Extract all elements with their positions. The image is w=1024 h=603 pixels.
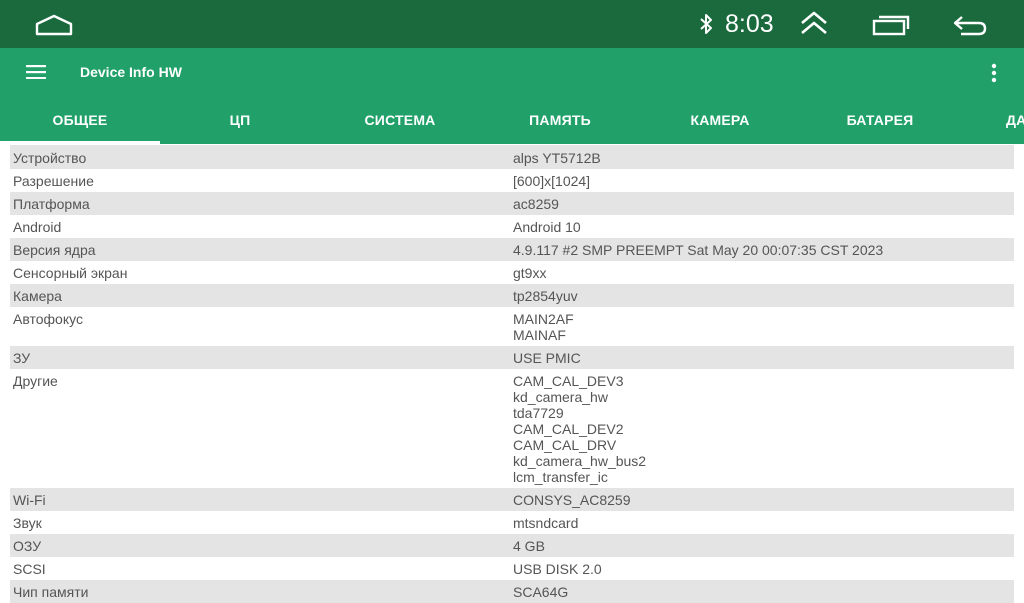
value-line: USB DISK 2.0: [513, 561, 602, 577]
table-row: Wi-Fi CONSYS_AC8259: [10, 488, 1014, 511]
tab-label: ДА: [1006, 112, 1024, 128]
tab-bar: ОБЩЕЕ ЦП СИСТЕМА ПАМЯТЬ КАМЕРА БАТАРЕЯ Д…: [0, 96, 1024, 144]
device-info-table: Устройство alps YT5712B Разрешение [600]…: [10, 145, 1014, 603]
app-title: Device Info HW: [80, 64, 182, 80]
tab-label: БАТАРЕЯ: [846, 112, 914, 128]
row-value: MAIN2AF MAINAF: [513, 311, 1014, 343]
row-label: Разрешение: [13, 173, 94, 189]
tab-label: КАМЕРА: [690, 112, 750, 128]
row-label: Платформа: [13, 196, 90, 212]
status-bar: 8:03: [0, 0, 1024, 48]
tab-system[interactable]: СИСТЕМА: [320, 96, 480, 144]
row-value: 4 GB: [513, 538, 1014, 554]
value-line: tda7729: [513, 405, 564, 421]
expand-up-icon[interactable]: [799, 10, 829, 36]
active-tab-indicator: [0, 141, 160, 144]
row-value: gt9xx: [513, 265, 1014, 281]
row-label: Звук: [13, 515, 42, 531]
value-line: kd_camera_hw: [513, 389, 608, 405]
row-label: Устройство: [13, 150, 87, 166]
table-row: ЗУ USE PMIC: [10, 346, 1014, 369]
row-value: tp2854yuv: [513, 288, 1014, 304]
row-value: ac8259: [513, 196, 1014, 212]
value-line: kd_camera_hw_bus2: [513, 453, 647, 469]
row-value: SCA64G: [513, 584, 1014, 600]
row-label: ЗУ: [13, 350, 31, 366]
value-line: lcm_transfer_ic: [513, 469, 608, 485]
value-line: ac8259: [513, 196, 559, 212]
row-label: Android: [13, 219, 62, 235]
table-row: Версия ядра 4.9.117 #2 SMP PREEMPT Sat M…: [10, 238, 1014, 261]
table-row: Разрешение [600]x[1024]: [10, 169, 1014, 192]
row-value: USB DISK 2.0: [513, 561, 1014, 577]
value-line: mtsndcard: [513, 515, 579, 531]
row-value: USE PMIC: [513, 350, 1014, 366]
table-row: ОЗУ 4 GB: [10, 534, 1014, 557]
tab-camera[interactable]: КАМЕРА: [640, 96, 800, 144]
tab-label: СИСТЕМА: [364, 112, 436, 128]
value-line: [600]x[1024]: [513, 173, 591, 189]
table-row: Сенсорный экран gt9xx: [10, 261, 1014, 284]
tab-label: ОБЩЕЕ: [52, 112, 108, 128]
tab-memory[interactable]: ПАМЯТЬ: [480, 96, 640, 144]
row-value: Android 10: [513, 219, 1014, 235]
value-line: CAM_CAL_DEV2: [513, 421, 624, 437]
tab-general[interactable]: ОБЩЕЕ: [0, 96, 160, 144]
row-value: 4.9.117 #2 SMP PREEMPT Sat May 20 00:07:…: [513, 242, 1014, 258]
value-line: MAIN2AF: [513, 311, 574, 327]
value-line: tp2854yuv: [513, 288, 578, 304]
menu-icon[interactable]: [26, 65, 46, 79]
row-label: Другие: [13, 373, 58, 389]
row-label: Сенсорный экран: [13, 265, 128, 281]
bluetooth-icon: [700, 14, 712, 34]
app-toolbar: Device Info HW: [0, 48, 1024, 96]
table-row: Камера tp2854yuv: [10, 284, 1014, 307]
row-value: mtsndcard: [513, 515, 1014, 531]
row-label: Версия ядра: [13, 242, 96, 258]
table-row: Устройство alps YT5712B: [10, 145, 1014, 169]
table-row: Android Android 10: [10, 215, 1014, 238]
value-line: 4.9.117 #2 SMP PREEMPT Sat May 20 00:07:…: [513, 242, 884, 258]
value-line: CAM_CAL_DEV3: [513, 373, 624, 389]
clock-time: 8:03: [725, 10, 774, 38]
row-label: Чип памяти: [13, 584, 89, 600]
tab-sensors-partial[interactable]: ДА: [960, 96, 1024, 144]
back-icon[interactable]: [952, 14, 988, 36]
value-line: alps YT5712B: [513, 150, 601, 166]
value-line: USE PMIC: [513, 350, 581, 366]
row-value: alps YT5712B: [513, 150, 1014, 166]
value-line: SCA64G: [513, 584, 569, 600]
table-row: SCSI USB DISK 2.0: [10, 557, 1014, 580]
row-value: CAM_CAL_DEV3 kd_camera_hw tda7729 CAM_CA…: [513, 373, 1014, 485]
value-line: MAINAF: [513, 327, 566, 343]
row-label: Камера: [13, 288, 62, 304]
value-line: gt9xx: [513, 265, 547, 281]
table-row: Другие CAM_CAL_DEV3 kd_camera_hw tda7729…: [10, 369, 1014, 488]
tab-battery[interactable]: БАТАРЕЯ: [800, 96, 960, 144]
more-vert-icon[interactable]: [988, 63, 1000, 83]
row-label: Автофокус: [13, 311, 83, 327]
value-line: CAM_CAL_DRV: [513, 437, 617, 453]
value-line: CONSYS_AC8259: [513, 492, 631, 508]
row-value: [600]x[1024]: [513, 173, 1014, 189]
table-row: Автофокус MAIN2AF MAINAF: [10, 307, 1014, 346]
value-line: Android 10: [513, 219, 581, 235]
row-label: ОЗУ: [13, 538, 42, 554]
table-row: Звук mtsndcard: [10, 511, 1014, 534]
table-row: Платформа ac8259: [10, 192, 1014, 215]
recents-icon[interactable]: [872, 14, 910, 36]
tab-cpu[interactable]: ЦП: [160, 96, 320, 144]
row-value: CONSYS_AC8259: [513, 492, 1014, 508]
row-label: SCSI: [13, 561, 46, 577]
value-line: 4 GB: [513, 538, 545, 554]
tab-label: ПАМЯТЬ: [529, 112, 591, 128]
row-label: Wi-Fi: [13, 492, 46, 508]
tab-label: ЦП: [229, 112, 251, 128]
home-icon[interactable]: [34, 13, 74, 37]
